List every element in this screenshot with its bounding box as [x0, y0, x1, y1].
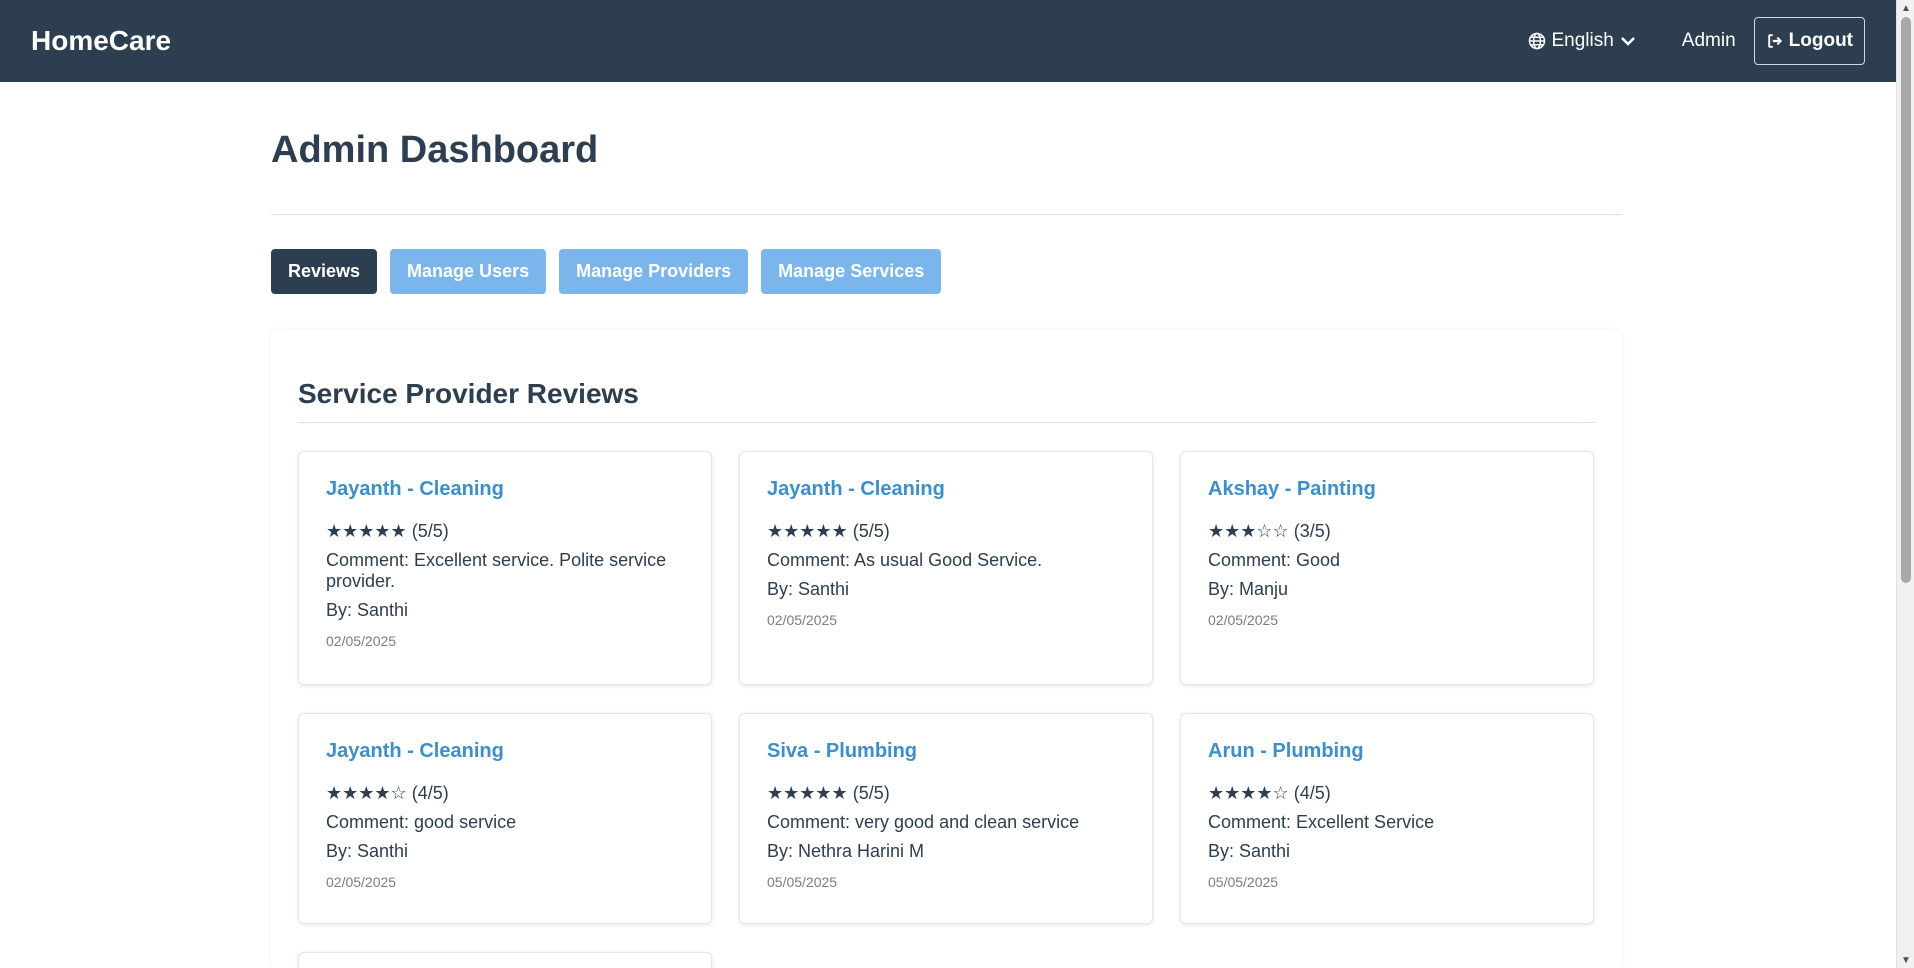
review-card: Jayanth - Cleaning ★★★★★ (5/5) Comment: …: [298, 451, 712, 685]
language-label: English: [1551, 30, 1614, 51]
review-comment: Comment: Excellent Service: [1208, 812, 1435, 832]
chevron-down-icon: [1620, 37, 1635, 46]
review-author: By: Santhi: [326, 841, 409, 861]
main-content: Admin Dashboard Reviews Manage Users Man…: [271, 82, 1622, 968]
star-rating-icon: ★★★☆☆: [1208, 521, 1289, 541]
scrollbar[interactable]: ▲ ▼: [1896, 0, 1914, 968]
review-date: 05/05/2025: [767, 874, 838, 890]
review-rating: ★★★★☆ (4/5): [1208, 783, 1566, 804]
review-date: 05/05/2025: [1208, 874, 1279, 890]
review-author: By: Santhi: [1208, 841, 1291, 861]
scroll-thumb[interactable]: [1901, 17, 1911, 583]
review-provider-title: Jayanth - Cleaning: [767, 478, 945, 500]
reviews-title: Service Provider Reviews: [298, 378, 639, 409]
review-provider-title: Arun - Plumbing: [1208, 740, 1364, 762]
review-score: (4/5): [411, 783, 449, 803]
star-rating-icon: ★★★★★: [767, 521, 848, 541]
review-provider-title: Jayanth - Cleaning: [326, 740, 504, 762]
reviews-panel: Service Provider Reviews Jayanth - Clean…: [271, 330, 1622, 968]
tab-reviews[interactable]: Reviews: [271, 249, 378, 294]
review-card-partial: [298, 952, 712, 968]
review-date: 02/05/2025: [326, 874, 397, 890]
logout-button[interactable]: Logout: [1753, 17, 1865, 65]
review-date: 02/05/2025: [1208, 612, 1279, 628]
logout-label: Logout: [1788, 30, 1853, 51]
review-card: Akshay - Painting ★★★☆☆ (3/5) Comment: G…: [1180, 451, 1594, 685]
review-author: By: Santhi: [767, 579, 850, 599]
review-card: Jayanth - Cleaning ★★★★★ (5/5) Comment: …: [739, 451, 1153, 685]
review-card: Arun - Plumbing ★★★★☆ (4/5) Comment: Exc…: [1180, 713, 1594, 924]
review-rating: ★★★★★ (5/5): [326, 521, 684, 542]
star-rating-icon: ★★★★☆: [326, 783, 407, 803]
review-provider-title: Siva - Plumbing: [767, 740, 918, 762]
review-score: (5/5): [411, 521, 449, 541]
title-divider: [271, 214, 1622, 215]
language-dropdown[interactable]: English: [1528, 30, 1635, 52]
review-rating: ★★★★★ (5/5): [767, 521, 1125, 542]
navbar-right: English Admin Logout: [1528, 17, 1865, 65]
reviews-divider: [298, 422, 1595, 423]
review-provider-title: Akshay - Painting: [1208, 478, 1376, 500]
review-author: By: Santhi: [326, 600, 409, 620]
review-score: (4/5): [1293, 783, 1331, 803]
review-rating: ★★★☆☆ (3/5): [1208, 521, 1566, 542]
review-author: By: Manju: [1208, 579, 1289, 599]
dashboard-tabs: Reviews Manage Users Manage Providers Ma…: [271, 249, 1622, 294]
scroll-down-arrow-icon[interactable]: ▼: [1897, 952, 1914, 968]
admin-link[interactable]: Admin: [1682, 30, 1736, 52]
review-card: Siva - Plumbing ★★★★★ (5/5) Comment: ver…: [739, 713, 1153, 924]
review-rating: ★★★★☆ (4/5): [326, 783, 684, 804]
page-title: Admin Dashboard: [271, 129, 599, 171]
logout-icon: [1767, 34, 1782, 48]
review-score: (5/5): [852, 783, 890, 803]
review-author: By: Nethra Harini M: [767, 841, 925, 861]
scroll-up-arrow-icon[interactable]: ▲: [1897, 0, 1914, 16]
review-comment: Comment: Excellent service. Polite servi…: [326, 550, 667, 591]
review-provider-title: Jayanth - Cleaning: [326, 478, 504, 500]
review-card: Jayanth - Cleaning ★★★★☆ (4/5) Comment: …: [298, 713, 712, 924]
tab-manage-providers[interactable]: Manage Providers: [559, 249, 749, 294]
brand-logo[interactable]: HomeCare: [31, 25, 171, 57]
review-comment: Comment: good service: [326, 812, 517, 832]
globe-icon: [1529, 32, 1546, 50]
navbar: HomeCare English Admin Logout: [0, 0, 1896, 82]
review-comment: Comment: Good: [1208, 550, 1341, 570]
review-date: 02/05/2025: [326, 633, 397, 649]
review-score: (3/5): [1293, 521, 1331, 541]
star-rating-icon: ★★★★★: [767, 783, 848, 803]
tab-manage-users[interactable]: Manage Users: [390, 249, 547, 294]
star-rating-icon: ★★★★☆: [1208, 783, 1289, 803]
review-score: (5/5): [852, 521, 890, 541]
review-comment: Comment: very good and clean service: [767, 812, 1080, 832]
star-rating-icon: ★★★★★: [326, 521, 407, 541]
review-comment: Comment: As usual Good Service.: [767, 550, 1043, 570]
review-rating: ★★★★★ (5/5): [767, 783, 1125, 804]
tab-manage-services[interactable]: Manage Services: [761, 249, 942, 294]
page: HomeCare English Admin Logout Admin Dash…: [0, 0, 1914, 968]
review-date: 02/05/2025: [767, 612, 838, 628]
reviews-grid: Jayanth - Cleaning ★★★★★ (5/5) Comment: …: [298, 451, 1595, 968]
